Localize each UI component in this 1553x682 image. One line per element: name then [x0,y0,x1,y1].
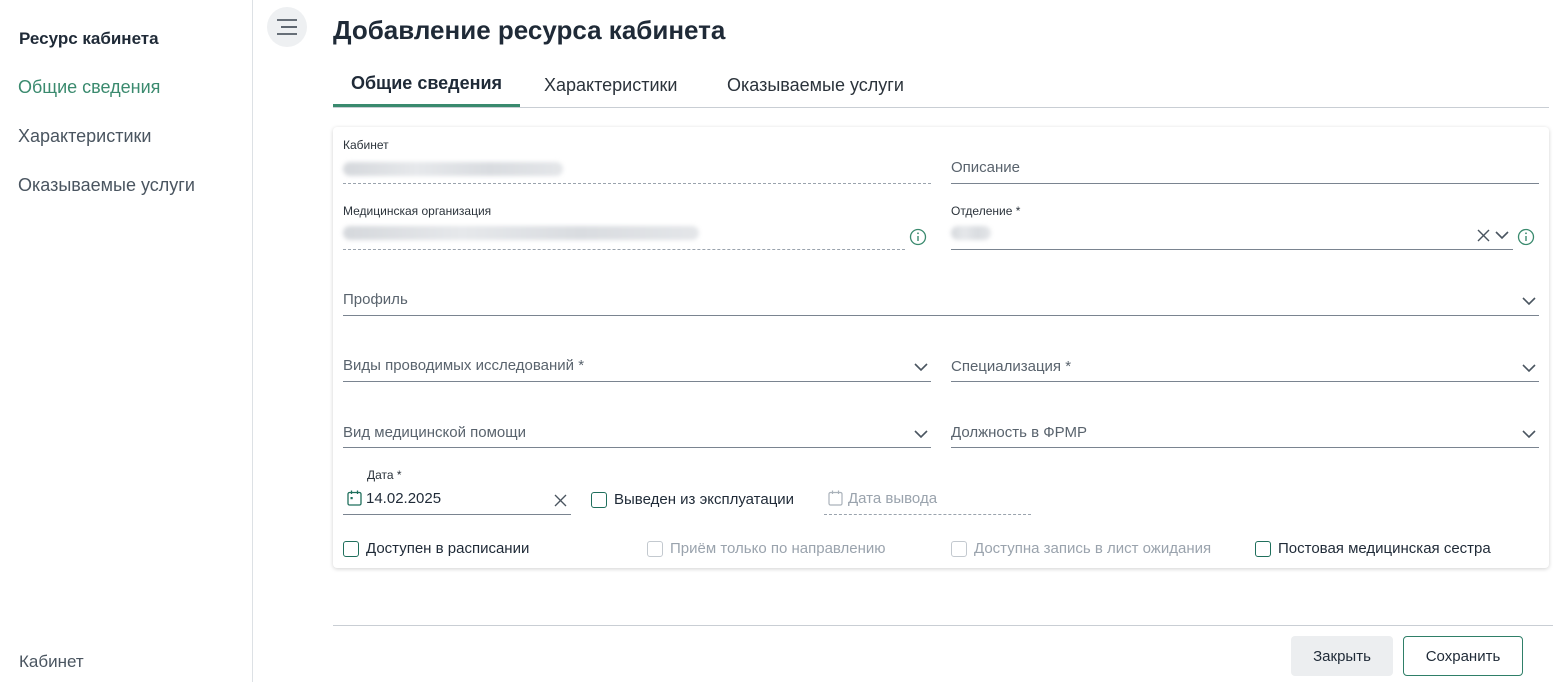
profile-placeholder: Профиль [343,291,408,308]
sidebar-footer-cabinet[interactable]: Кабинет [19,652,84,672]
page-title: Добавление ресурса кабинета [333,15,726,45]
form-card: Кабинет Описание Медицинская организация… [333,127,1549,568]
ward-nurse-label: Постовая медицинская сестра [1278,540,1491,557]
calendar-icon [828,490,843,506]
close-button[interactable]: Закрыть [1291,636,1393,676]
care-type-placeholder: Вид медицинской помощи [343,424,526,441]
med-org-field[interactable]: Медицинская организация [343,204,905,250]
ward-nurse-checkbox[interactable]: Постовая медицинская сестра [1255,540,1491,557]
description-input[interactable]: Описание [951,138,1539,184]
frmr-position-select[interactable]: Должность в ФРМР [951,402,1539,448]
chevron-down-icon [914,430,928,439]
clear-icon[interactable] [1477,229,1490,242]
chevron-down-icon [914,363,928,372]
chevron-down-icon [1522,364,1536,373]
cabinet-field[interactable]: Кабинет [343,138,931,184]
cabinet-label: Кабинет [343,138,389,152]
department-select[interactable]: Отделение * [951,204,1513,250]
tab-characteristics[interactable]: Характеристики [544,62,677,108]
sidebar-item-general[interactable]: Общие сведения [18,77,160,98]
sidebar-item-characteristics[interactable]: Характеристики [18,126,151,147]
menu-icon [277,19,297,35]
research-types-placeholder: Виды проводимых исследований * [343,357,585,374]
referral-only-checkbox: Приём только по направлению [647,540,886,557]
checkbox-box [647,540,663,557]
footer-divider [333,625,1553,626]
decommission-date-placeholder: Дата вывода [848,490,938,507]
clear-icon[interactable] [554,494,567,507]
date-input[interactable]: Дата * 14.02.2025 [343,468,571,515]
specialization-placeholder: Специализация * [951,358,1072,375]
frmr-position-placeholder: Должность в ФРМР [951,424,1087,441]
checkbox-box[interactable] [343,540,359,557]
care-type-select[interactable]: Вид медицинской помощи [343,402,931,448]
tab-bar: Общие сведения Характеристики Оказываемы… [333,62,1549,108]
waitlist-label: Доступна запись в лист ожидания [974,540,1212,557]
profile-select[interactable]: Профиль [343,270,1539,316]
description-placeholder: Описание [951,159,1021,176]
date-label: Дата * [367,468,402,482]
med-org-label: Медицинская организация [343,204,492,218]
tab-general[interactable]: Общие сведения [333,62,520,107]
sidebar-title: Ресурс кабинета [19,29,159,48]
department-info-icon[interactable] [1517,228,1535,246]
med-org-info-icon[interactable] [909,228,927,246]
specialization-select[interactable]: Специализация * [951,336,1539,382]
checkbox-box[interactable] [1255,540,1271,557]
calendar-icon[interactable] [347,490,362,506]
decommission-date-input: Дата вывода [824,482,1031,515]
referral-only-label: Приём только по направлению [670,540,886,557]
cabinet-value-redacted [343,162,563,176]
chevron-down-icon[interactable] [1494,230,1510,241]
menu-toggle-button[interactable] [267,7,307,47]
tab-services[interactable]: Оказываемые услуги [727,62,904,108]
available-schedule-checkbox[interactable]: Доступен в расписании [343,540,529,557]
checkbox-box [951,540,967,557]
department-label: Отделение * [951,204,1021,218]
chevron-down-icon [1522,297,1536,306]
sidebar-item-services[interactable]: Оказываемые услуги [18,175,195,196]
date-value: 14.02.2025 [366,490,442,507]
decommissioned-label: Выведен из эксплуатации [614,491,795,508]
chevron-down-icon [1522,430,1536,439]
checkbox-box[interactable] [591,491,607,508]
decommissioned-checkbox[interactable]: Выведен из эксплуатации [591,491,794,508]
waitlist-checkbox: Доступна запись в лист ожидания [951,540,1211,557]
sidebar: Ресурс кабинета Общие сведения Характери… [0,0,253,682]
med-org-value-redacted [343,226,699,240]
available-schedule-label: Доступен в расписании [366,540,530,557]
department-value-redacted [951,226,991,240]
research-types-select[interactable]: Виды проводимых исследований * [343,336,931,382]
save-button[interactable]: Сохранить [1403,636,1523,676]
